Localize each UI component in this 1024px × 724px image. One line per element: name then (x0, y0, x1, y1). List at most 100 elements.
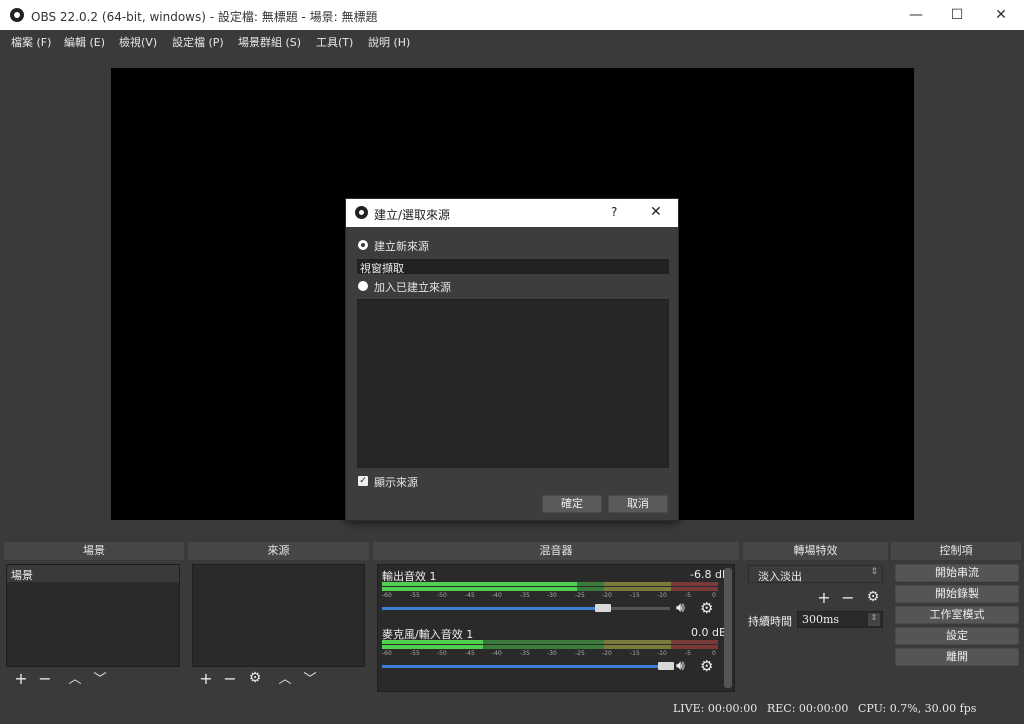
add-source-icon[interactable]: + (197, 671, 215, 687)
sources-list[interactable] (192, 564, 365, 667)
mixer-dock-header: 混音器 (373, 542, 739, 560)
meter-scale-tick: 0 (712, 592, 716, 599)
scene-item-label: 場景 (11, 569, 33, 582)
add-existing-radio[interactable] (358, 281, 368, 291)
mixer-scrollbar[interactable] (724, 568, 732, 688)
transition-properties-gear-icon[interactable]: ⚙ (864, 589, 882, 605)
remove-transition-icon[interactable]: − (839, 590, 857, 606)
live-status: LIVE: 00:00:00 (673, 702, 758, 715)
close-button[interactable]: ✕ (990, 5, 1012, 25)
meter-scale-tick: -55 (410, 650, 420, 657)
meter-scale-tick: -50 (437, 592, 447, 599)
menu-profile[interactable]: 設定檔 (P) (172, 34, 224, 50)
chevron-updown-icon: ⇕ (870, 567, 878, 577)
volume-slider-fill (382, 607, 607, 610)
controls-dock-header: 控制項 (891, 542, 1021, 560)
scenes-dock-header: 場景 (4, 542, 184, 560)
create-new-label: 建立新來源 (374, 240, 429, 253)
scenes-list[interactable]: 場景 (6, 564, 180, 667)
transition-select[interactable]: 淡入淡出 ⇕ (748, 565, 883, 583)
create-new-radio[interactable] (358, 240, 368, 250)
meter-scale-tick: 0 (712, 650, 716, 657)
duration-input[interactable]: 300ms ⇕ (797, 611, 883, 628)
remove-source-icon[interactable]: − (221, 671, 239, 687)
menu-edit[interactable]: 編輯 (E) (64, 34, 105, 50)
meter-scale-tick: -10 (657, 592, 667, 599)
window-title: OBS 22.0.2 (64-bit, windows) - 設定檔: 無標題 … (31, 10, 378, 24)
volume-slider-handle[interactable] (658, 662, 674, 670)
meter-scale-tick: -10 (657, 650, 667, 657)
meter-scale-tick: -15 (630, 592, 640, 599)
meter-scale-tick: -45 (465, 650, 475, 657)
transitions-dock-header: 轉場特效 (743, 542, 888, 560)
meter-scale-tick: -35 (520, 650, 530, 657)
minimize-button[interactable]: — (905, 5, 927, 25)
speaker-icon[interactable]: 🔊︎ (676, 600, 685, 616)
meter-scale-tick: -20 (602, 650, 612, 657)
volume-meter-level (382, 582, 577, 586)
help-button[interactable]: ? (611, 205, 617, 219)
meter-scale-tick: -30 (547, 592, 557, 599)
meter-scale-tick: -40 (492, 650, 502, 657)
duration-label: 持續時間 (748, 615, 792, 628)
menu-bar: 檔案 (F) 編輯 (E) 檢視(V) 設定檔 (P) 場景群組 (S) 工具(… (0, 30, 1024, 52)
dialog-title: 建立/選取來源 (374, 208, 451, 222)
meter-scale-tick: -55 (410, 592, 420, 599)
transition-selected: 淡入淡出 (758, 570, 802, 583)
menu-view[interactable]: 檢視(V) (119, 34, 157, 50)
meter-scale-tick: -50 (437, 650, 447, 657)
source-name-value: 視窗擷取 (360, 262, 404, 275)
menu-help[interactable]: 說明 (H) (368, 34, 410, 50)
obs-logo-icon (10, 8, 24, 22)
show-source-label: 顯示來源 (374, 476, 418, 489)
gear-icon[interactable]: ⚙ (700, 657, 713, 675)
exit-button[interactable]: 離開 (895, 648, 1019, 666)
maximize-button[interactable]: ☐ (946, 5, 968, 25)
move-up-icon[interactable]: ︿ (66, 672, 84, 688)
meter-scale-tick: -25 (575, 592, 585, 599)
cpu-status: CPU: 0.7%, 30.00 fps (858, 702, 977, 715)
settings-button[interactable]: 設定 (895, 627, 1019, 645)
add-existing-label: 加入已建立來源 (374, 281, 451, 294)
move-down-icon[interactable]: ﹀ (301, 672, 319, 688)
meter-scale-tick: -30 (547, 650, 557, 657)
source-properties-gear-icon[interactable]: ⚙ (246, 670, 264, 686)
dialog-title-bar: 建立/選取來源 ? ✕ (346, 199, 678, 227)
gear-icon[interactable]: ⚙ (700, 599, 713, 617)
meter-scale-tick: -25 (575, 650, 585, 657)
volume-slider-handle[interactable] (595, 604, 611, 612)
meter-scale-tick: -15 (630, 650, 640, 657)
source-name-input[interactable]: 視窗擷取 (357, 259, 669, 275)
list-item[interactable]: 場景 (7, 565, 179, 582)
meter-scale-tick: -35 (520, 592, 530, 599)
rec-status: REC: 00:00:00 (767, 702, 849, 715)
menu-scene-collection[interactable]: 場景群組 (S) (238, 34, 301, 50)
volume-meter-level (382, 587, 577, 591)
meter-scale-tick: -40 (492, 592, 502, 599)
dialog-close-button[interactable]: ✕ (650, 204, 662, 220)
cancel-button[interactable]: 取消 (608, 495, 668, 513)
volume-meter-level (382, 645, 483, 649)
chevron-updown-icon[interactable]: ⇕ (868, 613, 880, 626)
move-down-icon[interactable]: ﹀ (91, 672, 109, 688)
volume-meter-level (382, 640, 483, 644)
start-streaming-button[interactable]: 開始串流 (895, 564, 1019, 582)
menu-file[interactable]: 檔案 (F) (11, 34, 51, 50)
sources-dock-header: 來源 (188, 542, 369, 560)
add-transition-icon[interactable]: + (815, 590, 833, 606)
start-recording-button[interactable]: 開始錄製 (895, 585, 1019, 603)
menu-tools[interactable]: 工具(T) (316, 34, 353, 50)
ok-button[interactable]: 確定 (542, 495, 602, 513)
add-scene-icon[interactable]: + (12, 671, 30, 687)
meter-scale-tick: -45 (465, 592, 475, 599)
meter-scale-tick: -20 (602, 592, 612, 599)
title-bar: OBS 22.0.2 (64-bit, windows) - 設定檔: 無標題 … (0, 0, 1024, 30)
remove-scene-icon[interactable]: − (36, 671, 54, 687)
speaker-icon[interactable]: 🔊︎ (676, 658, 685, 674)
move-up-icon[interactable]: ︿ (276, 672, 294, 688)
existing-sources-list[interactable] (357, 299, 669, 468)
duration-value: 300ms (802, 613, 840, 626)
obs-logo-icon (355, 206, 368, 219)
show-source-checkbox[interactable]: ✓ (358, 476, 368, 486)
studio-mode-button[interactable]: 工作室模式 (895, 606, 1019, 624)
